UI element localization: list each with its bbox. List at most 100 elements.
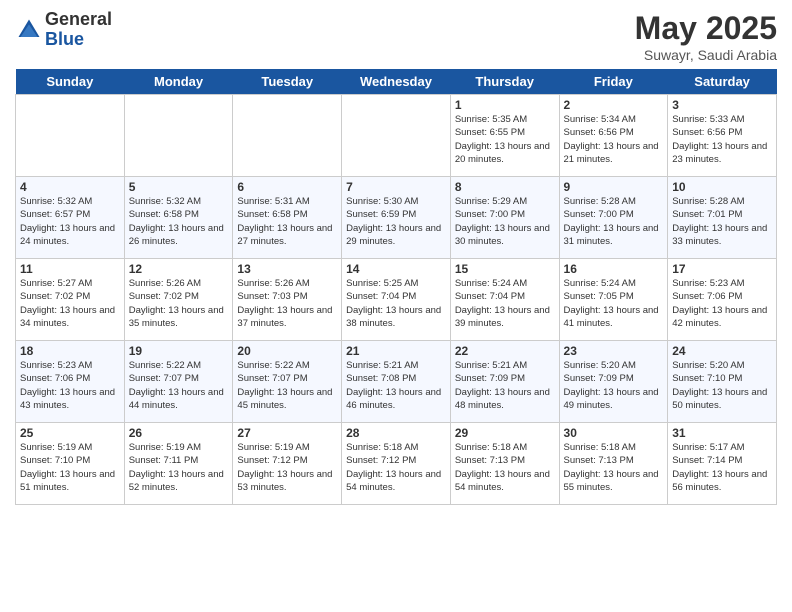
cell-info: Sunrise: 5:35 AM Sunset: 6:55 PM Dayligh… — [455, 113, 555, 166]
cell-info: Sunrise: 5:19 AM Sunset: 7:10 PM Dayligh… — [20, 441, 120, 494]
sunset-text: Sunset: 7:01 PM — [672, 209, 742, 220]
daylight-text: Daylight: 13 hours and 53 minutes. — [237, 469, 332, 493]
day-number: 20 — [237, 344, 337, 358]
cell-info: Sunrise: 5:24 AM Sunset: 7:05 PM Dayligh… — [564, 277, 664, 330]
calendar-cell-w5-d1: 25 Sunrise: 5:19 AM Sunset: 7:10 PM Dayl… — [16, 423, 125, 505]
sunrise-text: Sunrise: 5:19 AM — [237, 442, 309, 453]
daylight-text: Daylight: 13 hours and 21 minutes. — [564, 141, 659, 165]
sunrise-text: Sunrise: 5:19 AM — [129, 442, 201, 453]
calendar-cell-w1-d7: 3 Sunrise: 5:33 AM Sunset: 6:56 PM Dayli… — [668, 95, 777, 177]
calendar-cell-w2-d2: 5 Sunrise: 5:32 AM Sunset: 6:58 PM Dayli… — [124, 177, 233, 259]
sunset-text: Sunset: 7:03 PM — [237, 291, 307, 302]
cell-info: Sunrise: 5:23 AM Sunset: 7:06 PM Dayligh… — [672, 277, 772, 330]
sunset-text: Sunset: 6:58 PM — [129, 209, 199, 220]
calendar-cell-w2-d1: 4 Sunrise: 5:32 AM Sunset: 6:57 PM Dayli… — [16, 177, 125, 259]
sunrise-text: Sunrise: 5:26 AM — [129, 278, 201, 289]
day-number: 27 — [237, 426, 337, 440]
cell-info: Sunrise: 5:32 AM Sunset: 6:58 PM Dayligh… — [129, 195, 229, 248]
sunrise-text: Sunrise: 5:24 AM — [564, 278, 636, 289]
cell-info: Sunrise: 5:24 AM Sunset: 7:04 PM Dayligh… — [455, 277, 555, 330]
sunrise-text: Sunrise: 5:28 AM — [672, 196, 744, 207]
day-number: 14 — [346, 262, 446, 276]
sunset-text: Sunset: 7:02 PM — [20, 291, 90, 302]
sunrise-text: Sunrise: 5:19 AM — [20, 442, 92, 453]
sunset-text: Sunset: 7:08 PM — [346, 373, 416, 384]
header-saturday: Saturday — [668, 69, 777, 95]
sunset-text: Sunset: 7:13 PM — [564, 455, 634, 466]
sunrise-text: Sunrise: 5:34 AM — [564, 114, 636, 125]
week-row-5: 25 Sunrise: 5:19 AM Sunset: 7:10 PM Dayl… — [16, 423, 777, 505]
location-subtitle: Suwayr, Saudi Arabia — [635, 47, 777, 63]
days-header-row: Sunday Monday Tuesday Wednesday Thursday… — [16, 69, 777, 95]
cell-info: Sunrise: 5:34 AM Sunset: 6:56 PM Dayligh… — [564, 113, 664, 166]
daylight-text: Daylight: 13 hours and 43 minutes. — [20, 387, 115, 411]
calendar-cell-w1-d2 — [124, 95, 233, 177]
cell-info: Sunrise: 5:26 AM Sunset: 7:03 PM Dayligh… — [237, 277, 337, 330]
sunset-text: Sunset: 6:58 PM — [237, 209, 307, 220]
sunrise-text: Sunrise: 5:22 AM — [129, 360, 201, 371]
sunrise-text: Sunrise: 5:23 AM — [672, 278, 744, 289]
cell-info: Sunrise: 5:21 AM Sunset: 7:09 PM Dayligh… — [455, 359, 555, 412]
daylight-text: Daylight: 13 hours and 24 minutes. — [20, 223, 115, 247]
daylight-text: Daylight: 13 hours and 27 minutes. — [237, 223, 332, 247]
title-block: May 2025 Suwayr, Saudi Arabia — [635, 10, 777, 63]
sunrise-text: Sunrise: 5:22 AM — [237, 360, 309, 371]
cell-info: Sunrise: 5:25 AM Sunset: 7:04 PM Dayligh… — [346, 277, 446, 330]
daylight-text: Daylight: 13 hours and 51 minutes. — [20, 469, 115, 493]
daylight-text: Daylight: 13 hours and 23 minutes. — [672, 141, 767, 165]
daylight-text: Daylight: 13 hours and 49 minutes. — [564, 387, 659, 411]
day-number: 16 — [564, 262, 664, 276]
header-monday: Monday — [124, 69, 233, 95]
header-tuesday: Tuesday — [233, 69, 342, 95]
day-number: 21 — [346, 344, 446, 358]
week-row-1: 1 Sunrise: 5:35 AM Sunset: 6:55 PM Dayli… — [16, 95, 777, 177]
sunrise-text: Sunrise: 5:26 AM — [237, 278, 309, 289]
sunset-text: Sunset: 7:10 PM — [672, 373, 742, 384]
sunset-text: Sunset: 7:07 PM — [129, 373, 199, 384]
sunrise-text: Sunrise: 5:33 AM — [672, 114, 744, 125]
cell-info: Sunrise: 5:28 AM Sunset: 7:00 PM Dayligh… — [564, 195, 664, 248]
sunrise-text: Sunrise: 5:27 AM — [20, 278, 92, 289]
cell-info: Sunrise: 5:19 AM Sunset: 7:12 PM Dayligh… — [237, 441, 337, 494]
day-number: 5 — [129, 180, 229, 194]
cell-info: Sunrise: 5:20 AM Sunset: 7:09 PM Dayligh… — [564, 359, 664, 412]
sunset-text: Sunset: 7:00 PM — [564, 209, 634, 220]
sunrise-text: Sunrise: 5:18 AM — [564, 442, 636, 453]
daylight-text: Daylight: 13 hours and 37 minutes. — [237, 305, 332, 329]
day-number: 7 — [346, 180, 446, 194]
day-number: 29 — [455, 426, 555, 440]
cell-info: Sunrise: 5:18 AM Sunset: 7:12 PM Dayligh… — [346, 441, 446, 494]
cell-info: Sunrise: 5:33 AM Sunset: 6:56 PM Dayligh… — [672, 113, 772, 166]
sunset-text: Sunset: 7:04 PM — [455, 291, 525, 302]
day-number: 25 — [20, 426, 120, 440]
logo-blue-text: Blue — [45, 30, 112, 50]
sunrise-text: Sunrise: 5:21 AM — [455, 360, 527, 371]
sunrise-text: Sunrise: 5:21 AM — [346, 360, 418, 371]
header-sunday: Sunday — [16, 69, 125, 95]
header-friday: Friday — [559, 69, 668, 95]
daylight-text: Daylight: 13 hours and 50 minutes. — [672, 387, 767, 411]
calendar-cell-w3-d4: 14 Sunrise: 5:25 AM Sunset: 7:04 PM Dayl… — [342, 259, 451, 341]
calendar-cell-w4-d3: 20 Sunrise: 5:22 AM Sunset: 7:07 PM Dayl… — [233, 341, 342, 423]
sunrise-text: Sunrise: 5:18 AM — [455, 442, 527, 453]
sunset-text: Sunset: 7:02 PM — [129, 291, 199, 302]
calendar-cell-w4-d5: 22 Sunrise: 5:21 AM Sunset: 7:09 PM Dayl… — [450, 341, 559, 423]
daylight-text: Daylight: 13 hours and 20 minutes. — [455, 141, 550, 165]
day-number: 6 — [237, 180, 337, 194]
cell-info: Sunrise: 5:22 AM Sunset: 7:07 PM Dayligh… — [237, 359, 337, 412]
cell-info: Sunrise: 5:28 AM Sunset: 7:01 PM Dayligh… — [672, 195, 772, 248]
day-number: 18 — [20, 344, 120, 358]
daylight-text: Daylight: 13 hours and 55 minutes. — [564, 469, 659, 493]
calendar-cell-w2-d3: 6 Sunrise: 5:31 AM Sunset: 6:58 PM Dayli… — [233, 177, 342, 259]
day-number: 3 — [672, 98, 772, 112]
daylight-text: Daylight: 13 hours and 45 minutes. — [237, 387, 332, 411]
calendar-cell-w1-d3 — [233, 95, 342, 177]
cell-info: Sunrise: 5:17 AM Sunset: 7:14 PM Dayligh… — [672, 441, 772, 494]
sunset-text: Sunset: 7:05 PM — [564, 291, 634, 302]
logo: General Blue — [15, 10, 112, 50]
sunset-text: Sunset: 7:06 PM — [20, 373, 90, 384]
calendar-cell-w4-d2: 19 Sunrise: 5:22 AM Sunset: 7:07 PM Dayl… — [124, 341, 233, 423]
sunset-text: Sunset: 6:55 PM — [455, 127, 525, 138]
daylight-text: Daylight: 13 hours and 42 minutes. — [672, 305, 767, 329]
sunrise-text: Sunrise: 5:23 AM — [20, 360, 92, 371]
